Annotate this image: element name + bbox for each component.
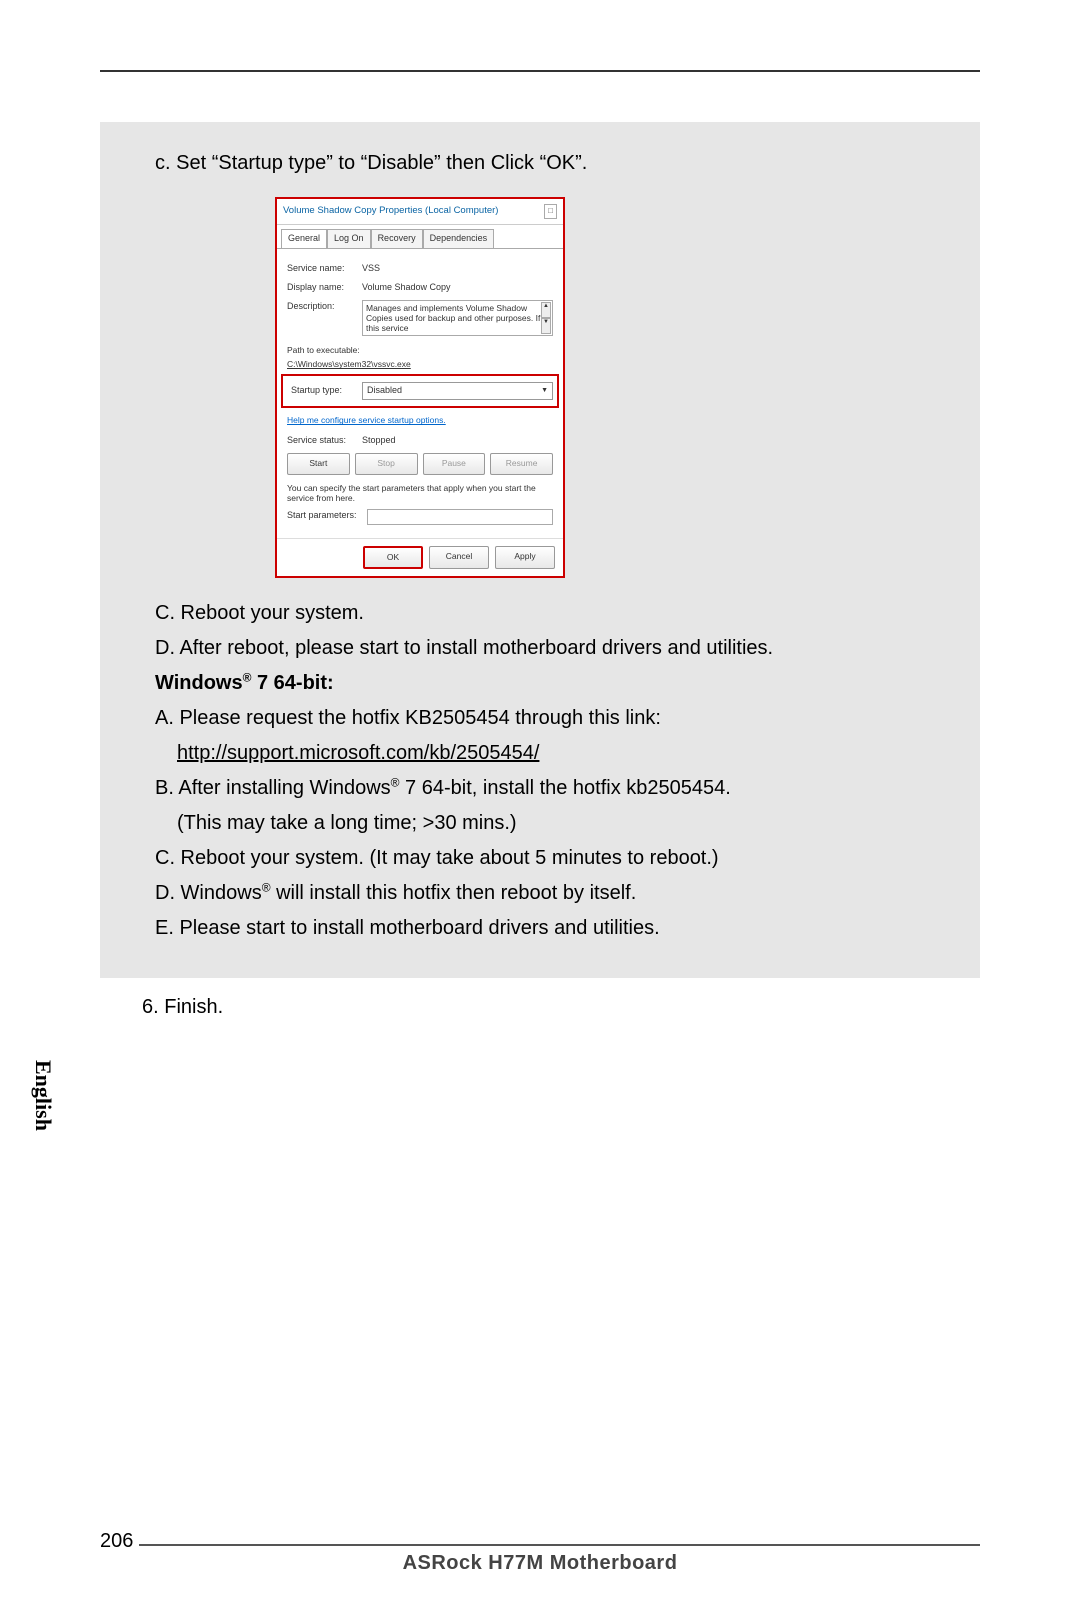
step-6-finish: 6. Finish.	[142, 996, 980, 1019]
startup-type-select[interactable]: Disabled ▼	[362, 382, 553, 400]
description-textbox: Manages and implements Volume Shadow Cop…	[362, 300, 553, 337]
startup-type-label: Startup type:	[287, 384, 362, 398]
dialog-footer-buttons: OK Cancel Apply	[277, 538, 563, 576]
service-status-value: Stopped	[362, 434, 553, 448]
chevron-down-icon: ▼	[541, 386, 548, 397]
page-number: 206	[100, 1530, 139, 1553]
dialog-body: Service name: VSS Display name: Volume S…	[277, 248, 563, 538]
dialog-tabs: General Log On Recovery Dependencies	[277, 225, 563, 248]
display-name-value: Volume Shadow Copy	[362, 281, 553, 295]
stop-button[interactable]: Stop	[355, 453, 418, 474]
step-c2: C. Reboot your system. (It may take abou…	[155, 843, 950, 874]
step-b2: B. After installing Windows® 7 64-bit, i…	[155, 773, 950, 804]
description-row: Description: Manages and implements Volu…	[287, 300, 553, 337]
display-name-row: Display name: Volume Shadow Copy	[287, 281, 553, 295]
tab-general[interactable]: General	[281, 229, 327, 248]
startup-type-highlight-row: Startup type: Disabled ▼	[281, 374, 559, 408]
instruction-box: c. Set “Startup type” to “Disable” then …	[100, 122, 980, 978]
cancel-button[interactable]: Cancel	[429, 546, 489, 569]
step-d2: D. Windows® will install this hotfix the…	[155, 878, 950, 909]
step-b2-note: (This may take a long time; >30 mins.)	[155, 808, 950, 839]
dialog-titlebar: Volume Shadow Copy Properties (Local Com…	[277, 199, 563, 225]
step-b2-post: 7 64-bit, install the hotfix kb2505454.	[400, 777, 731, 799]
service-status-row: Service status: Stopped	[287, 434, 553, 448]
start-params-input[interactable]	[367, 509, 553, 525]
dialog-screenshot-wrapper: Volume Shadow Copy Properties (Local Com…	[275, 197, 950, 578]
tab-dependencies[interactable]: Dependencies	[423, 229, 495, 248]
help-link[interactable]: Help me configure service startup option…	[287, 414, 553, 427]
step-d1: D. After reboot, please start to install…	[155, 633, 950, 664]
step-a2-link-line: http://support.microsoft.com/kb/2505454/	[155, 738, 950, 769]
start-params-row: Start parameters:	[287, 509, 553, 525]
service-name-row: Service name: VSS	[287, 262, 553, 276]
document-page: c. Set “Startup type” to “Disable” then …	[0, 0, 1080, 1619]
step-e2: E. Please start to install motherboard d…	[155, 913, 950, 944]
service-name-label: Service name:	[287, 262, 362, 276]
page-footer: 206 ASRock H77M Motherboard	[100, 1544, 980, 1575]
display-name-label: Display name:	[287, 281, 362, 295]
step-b2-pre: B. After installing Windows	[155, 777, 391, 799]
start-button[interactable]: Start	[287, 453, 350, 474]
ok-button[interactable]: OK	[363, 546, 423, 569]
path-value: C:\Windows\system32\vssvc.exe	[287, 358, 553, 371]
service-status-label: Service status:	[287, 434, 362, 448]
description-text: Manages and implements Volume Shadow Cop…	[366, 303, 540, 333]
pause-button[interactable]: Pause	[423, 453, 486, 474]
language-side-label: English	[30, 1060, 56, 1131]
step-d2-pre: D. Windows	[155, 882, 262, 904]
footer-title: ASRock H77M Motherboard	[100, 1552, 980, 1575]
hotfix-link[interactable]: http://support.microsoft.com/kb/2505454/	[177, 742, 539, 764]
start-params-label: Start parameters:	[287, 509, 367, 525]
path-label: Path to executable:	[287, 344, 553, 357]
tab-recovery[interactable]: Recovery	[371, 229, 423, 248]
tab-logon[interactable]: Log On	[327, 229, 371, 248]
win7-heading-pre: Windows	[155, 672, 243, 694]
step-a2: A. Please request the hotfix KB2505454 t…	[155, 703, 950, 734]
step-c1: C. Reboot your system.	[155, 598, 950, 629]
description-label: Description:	[287, 300, 362, 337]
registered-icon: ®	[262, 880, 271, 894]
resume-button[interactable]: Resume	[490, 453, 553, 474]
description-scroll[interactable]: ▲▼	[541, 302, 551, 335]
startup-type-value: Disabled	[367, 384, 402, 398]
instruction-c-text: c. Set “Startup type” to “Disable” then …	[155, 148, 950, 179]
win7-heading-post: 7 64-bit:	[251, 672, 333, 694]
apply-button[interactable]: Apply	[495, 546, 555, 569]
registered-icon: ®	[391, 775, 400, 789]
service-control-buttons: Start Stop Pause Resume	[287, 453, 553, 474]
close-icon[interactable]: □	[544, 204, 557, 219]
step-d2-post: will install this hotfix then reboot by …	[271, 882, 637, 904]
footer-rule	[100, 1544, 980, 1546]
start-params-hint: You can specify the start parameters tha…	[287, 483, 553, 504]
top-horizontal-rule	[100, 70, 980, 72]
win7-64bit-heading: Windows® 7 64-bit:	[155, 668, 950, 699]
service-properties-dialog: Volume Shadow Copy Properties (Local Com…	[275, 197, 565, 578]
dialog-title-text: Volume Shadow Copy Properties (Local Com…	[283, 204, 498, 219]
service-name-value: VSS	[362, 262, 553, 276]
